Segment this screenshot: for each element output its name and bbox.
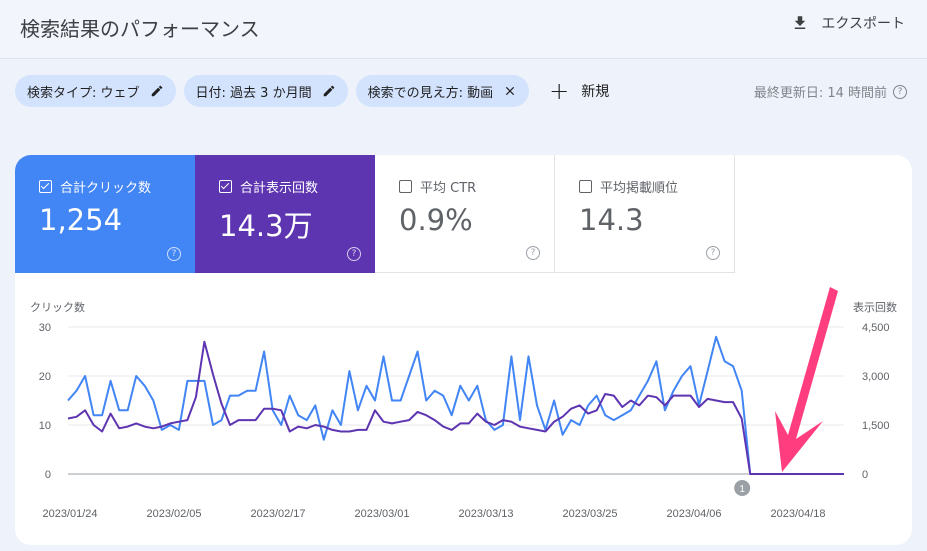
download-icon [795, 16, 806, 29]
filter-bar: 検索タイプ: ウェブ 日付: 過去 3 か月間 検索での見え方: 動画 + 新規 [15, 75, 609, 107]
x-tick-label: 2023/01/24 [42, 508, 97, 520]
metric-tabs: 合計クリック数 1,254 ? 合計表示回数 14.3万 ? 平均 CTR 0.… [15, 155, 735, 273]
metric-label: 合計クリック数 [60, 181, 152, 196]
page-title: 検索結果のパフォーマンス [20, 17, 260, 41]
export-button[interactable]: エクスポート [791, 13, 905, 33]
metric-total-clicks[interactable]: 合計クリック数 1,254 ? [15, 155, 195, 273]
help-icon[interactable]: ? [167, 247, 181, 261]
checkbox-unchecked-icon[interactable] [399, 180, 412, 193]
last-updated: 最終更新日: 14 時間前 ? [754, 82, 907, 101]
x-tick-label: 2023/03/13 [458, 508, 513, 520]
x-tick-label: 2023/02/05 [146, 508, 201, 520]
right-tick-label: 4,500 [862, 322, 890, 334]
x-tick-label: 2023/04/06 [666, 508, 721, 520]
help-icon[interactable]: ? [347, 247, 361, 261]
pointer-arrow [775, 287, 838, 472]
filter-chip-label: 検索での見え方: 動画 [367, 85, 494, 101]
metric-label-row: 平均掲載順位 [579, 177, 678, 196]
metric-value: 1,254 [39, 203, 123, 237]
metric-average-position[interactable]: 平均掲載順位 14.3 ? [555, 155, 735, 273]
help-icon[interactable]: ? [706, 246, 720, 260]
filter-chip-search-type[interactable]: 検索タイプ: ウェブ [15, 75, 176, 107]
close-icon[interactable] [503, 84, 517, 98]
right-axis-label: 表示回数 [853, 300, 897, 314]
right-tick-label: 1,500 [862, 420, 890, 432]
metric-value: 14.3 [579, 203, 644, 237]
help-icon[interactable]: ? [893, 84, 907, 99]
edit-icon[interactable] [150, 84, 164, 98]
filter-chip-label: 検索タイプ: ウェブ [27, 85, 140, 101]
right-tick-label: 0 [862, 469, 868, 481]
x-tick-label: 2023/04/18 [770, 508, 825, 520]
left-tick-label: 0 [45, 469, 51, 481]
metric-value: 0.9% [399, 203, 473, 237]
metric-label: 平均掲載順位 [600, 181, 679, 196]
left-tick-label: 30 [39, 322, 51, 334]
new-filter-label: 新規 [581, 84, 610, 100]
last-updated-text: 最終更新日: 14 時間前 [753, 86, 887, 101]
performance-card: 合計クリック数 1,254 ? 合計表示回数 14.3万 ? 平均 CTR 0.… [15, 155, 912, 545]
help-icon[interactable]: ? [526, 246, 540, 260]
edit-icon[interactable] [322, 84, 336, 98]
series-line-clicks [67, 335, 844, 475]
left-tick-label: 10 [39, 420, 51, 432]
filter-chip-appearance[interactable]: 検索での見え方: 動画 [355, 75, 530, 107]
export-label: エクスポート [821, 16, 905, 32]
header: 検索結果のパフォーマンス エクスポート [0, 0, 927, 59]
checkbox-unchecked-icon[interactable] [579, 180, 592, 193]
arrow-pointer [775, 287, 838, 472]
metric-label-row: 合計クリック数 [39, 177, 151, 196]
plus-icon: + [549, 77, 570, 105]
x-tick-label: 2023/03/01 [354, 508, 409, 520]
metric-value: 14.3万 [219, 209, 313, 243]
metric-average-ctr[interactable]: 平均 CTR 0.9% ? [375, 155, 555, 273]
left-axis-label: クリック数 [30, 301, 85, 314]
annotation-label: 1 [739, 484, 745, 495]
left-tick-label: 20 [39, 371, 51, 383]
checkbox-checked-icon[interactable] [219, 180, 232, 193]
filter-chip-label: 日付: 過去 3 か月間 [195, 85, 312, 101]
metric-label-row: 平均 CTR [399, 177, 476, 196]
checkbox-checked-icon[interactable] [39, 180, 52, 193]
series-line-impressions [67, 340, 844, 475]
new-filter-button[interactable]: + 新規 [549, 79, 609, 103]
filter-chip-date[interactable]: 日付: 過去 3 か月間 [183, 75, 348, 107]
metric-label-row: 合計表示回数 [219, 177, 318, 196]
metric-label: 平均 CTR [420, 181, 477, 196]
performance-chart[interactable]: クリック数 表示回数 30 20 10 0 4,500 3,000 1,500 0 2023… [15, 273, 912, 545]
x-tick-label: 2023/03/25 [562, 508, 617, 520]
metric-label: 合計表示回数 [240, 181, 319, 196]
metric-total-impressions[interactable]: 合計表示回数 14.3万 ? [195, 155, 375, 273]
right-tick-label: 3,000 [862, 371, 890, 383]
x-tick-label: 2023/02/17 [250, 508, 305, 520]
